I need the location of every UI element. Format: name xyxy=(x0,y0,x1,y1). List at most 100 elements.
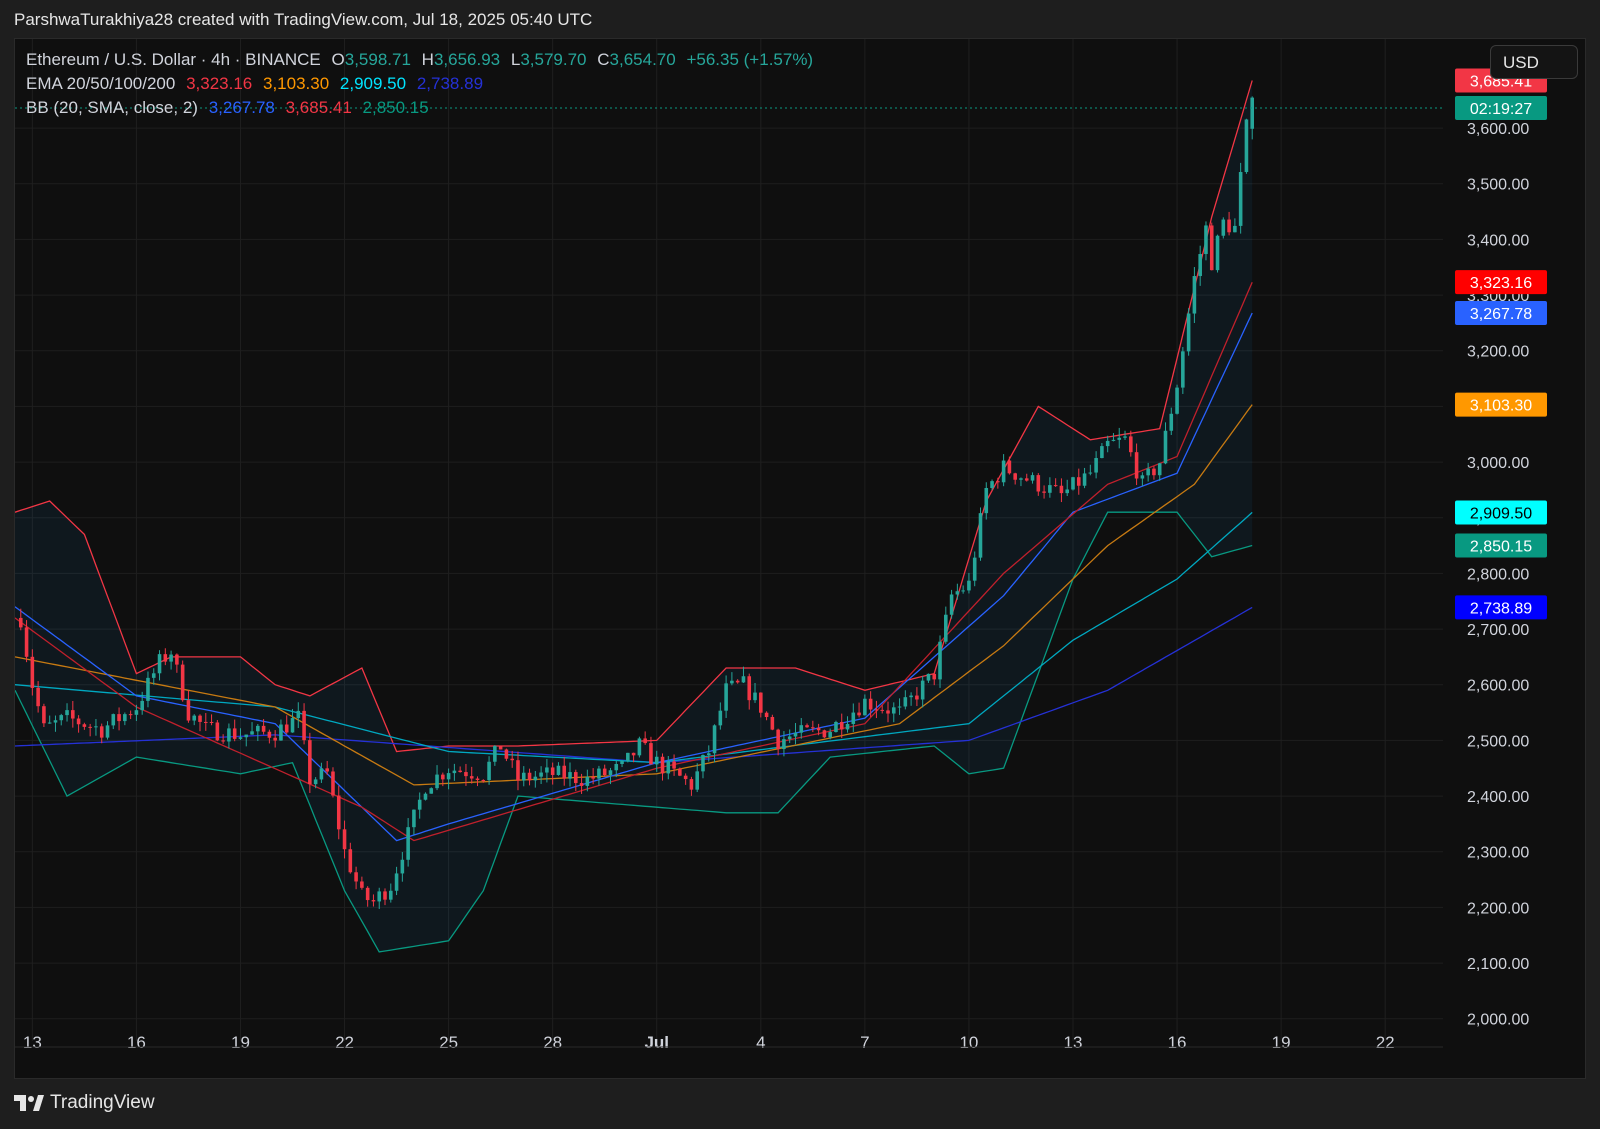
candle-body xyxy=(1036,475,1041,492)
x-tick-label: 19 xyxy=(231,1033,250,1052)
ema100-value: 2,909.50 xyxy=(339,74,407,93)
candle-body xyxy=(354,872,358,882)
candle-body xyxy=(1152,468,1156,476)
candle-body xyxy=(510,758,514,761)
candle-body xyxy=(915,695,919,700)
candle-body xyxy=(759,692,763,713)
candle-body xyxy=(602,768,607,776)
candle-body xyxy=(718,710,723,726)
candle-body xyxy=(481,780,486,782)
candle-body xyxy=(845,723,850,730)
candle-body xyxy=(464,772,468,777)
ema-label[interactable]: EMA 20/50/100/200 xyxy=(26,74,175,93)
candle-body xyxy=(562,765,567,779)
candle-body xyxy=(429,788,434,794)
candle-body xyxy=(423,793,428,800)
candle-body xyxy=(764,712,769,718)
x-tick-label: 19 xyxy=(1272,1033,1291,1052)
candle-body xyxy=(82,724,87,727)
candle-body xyxy=(822,730,827,738)
chart-area[interactable]: 2,000.00 2,100.00 2,200.00 2,300.00 2,400.00… xyxy=(14,38,1586,1079)
candle-body xyxy=(591,776,595,779)
candle-body xyxy=(903,697,908,707)
price-marker-label: 2,738.89 xyxy=(1470,600,1532,617)
candle-body xyxy=(816,727,821,731)
candle-body xyxy=(724,683,728,711)
candle-body xyxy=(597,768,601,779)
candle-body xyxy=(1094,458,1098,473)
candle-body xyxy=(961,590,965,592)
y-tick-label: 2,100.00 xyxy=(1467,956,1529,973)
candle-body xyxy=(585,776,590,786)
candle-body xyxy=(487,761,491,781)
candle-body xyxy=(417,799,422,810)
candle-body xyxy=(568,772,572,779)
x-tick-label: 13 xyxy=(23,1033,42,1052)
tradingview-logo[interactable]: TradingView xyxy=(14,1092,155,1114)
candle-body xyxy=(782,739,786,750)
candle-body xyxy=(897,706,902,708)
candle-body xyxy=(839,721,844,730)
high-label: H xyxy=(421,50,434,69)
candle-body xyxy=(909,695,913,698)
candle-body xyxy=(232,728,237,739)
price-marker-label: 3,103.30 xyxy=(1470,398,1532,415)
candle-body xyxy=(944,614,948,642)
bb-legend: BB (20, SMA, close, 2) 3,267.78 3,685.41… xyxy=(26,98,435,118)
candle-body xyxy=(88,726,92,728)
candle-body xyxy=(1001,460,1006,483)
candle-body xyxy=(59,715,64,721)
y-tick-label: 3,500.00 xyxy=(1467,177,1529,194)
close-label: C xyxy=(597,50,610,69)
candle-body xyxy=(741,676,746,683)
bb-label[interactable]: BB (20, SMA, close, 2) xyxy=(26,98,198,117)
ohlc-legend: Ethereum / U.S. Dollar · 4h · BINANCE O3… xyxy=(26,50,819,70)
candle-body xyxy=(1146,468,1150,476)
candle-body xyxy=(834,721,838,733)
candle-body xyxy=(117,714,121,722)
candle-body xyxy=(308,740,312,785)
candle-body xyxy=(1048,485,1052,493)
candle-body xyxy=(53,720,58,723)
candle-body xyxy=(446,773,451,780)
candle-body xyxy=(747,676,752,701)
candle-body xyxy=(1221,219,1226,236)
candle-body xyxy=(134,710,139,715)
candle-body xyxy=(203,721,208,723)
ema20-value: 3,323.16 xyxy=(186,74,253,93)
candle-body xyxy=(146,677,150,701)
y-tick-label: 2,700.00 xyxy=(1467,622,1529,639)
candle-body xyxy=(1042,491,1046,493)
candle-body xyxy=(319,768,324,780)
bb-upper-line xyxy=(15,80,1253,753)
y-tick-label: 3,200.00 xyxy=(1467,344,1529,361)
candle-body xyxy=(949,594,954,615)
candle-body xyxy=(550,767,555,775)
candle-body xyxy=(1129,436,1133,453)
low-value: 3,579.70 xyxy=(520,50,587,69)
candle-body xyxy=(868,698,873,710)
candle-body xyxy=(76,718,81,725)
candle-body xyxy=(24,627,29,657)
candle-body xyxy=(325,768,329,772)
currency-button[interactable]: USD xyxy=(1490,45,1578,79)
candle-body xyxy=(215,722,220,741)
candle-body xyxy=(811,727,815,729)
x-tick-label: Jul xyxy=(644,1033,669,1052)
price-marker-label: 2,850.15 xyxy=(1470,538,1532,555)
candle-body xyxy=(891,707,896,714)
candle-body xyxy=(787,736,792,740)
candle-body xyxy=(365,887,370,901)
candle-body xyxy=(209,721,214,723)
candle-body xyxy=(1100,446,1104,459)
candle-body xyxy=(342,829,347,850)
symbol-label[interactable]: Ethereum / U.S. Dollar · 4h · BINANCE xyxy=(26,50,321,69)
candle-body xyxy=(99,726,104,738)
candle-body xyxy=(504,749,509,759)
candle-body xyxy=(348,849,353,873)
candle-body xyxy=(244,734,249,738)
candle-body xyxy=(1071,477,1075,490)
change-value: +56.35 (+1.57%) xyxy=(686,50,814,69)
price-chart[interactable]: 2,000.00 2,100.00 2,200.00 2,300.00 2,400.00… xyxy=(15,39,1587,1080)
candle-body xyxy=(735,680,740,683)
